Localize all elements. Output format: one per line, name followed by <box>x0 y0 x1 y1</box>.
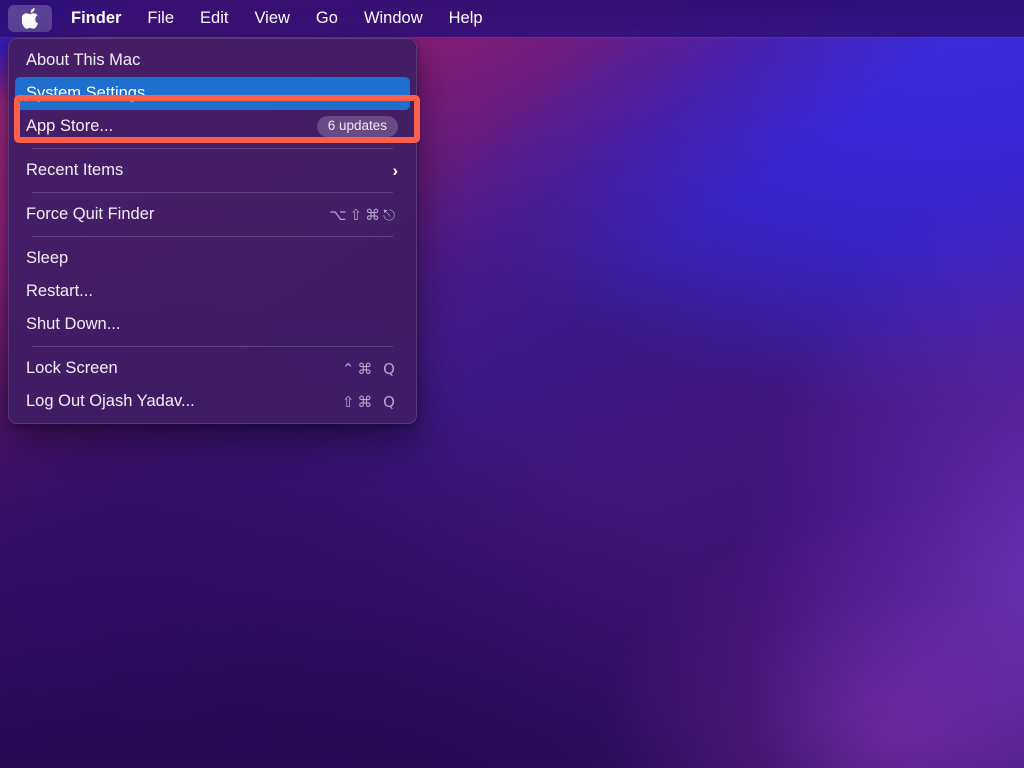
menu-bar-item-edit[interactable]: Edit <box>187 4 241 33</box>
menu-item-restart[interactable]: Restart... <box>15 275 410 308</box>
menu-item-recent-items[interactable]: Recent Items › <box>15 154 410 187</box>
menu-item-label: Lock Screen <box>26 359 118 377</box>
menu-bar: Finder File Edit View Go Window Help <box>0 0 1024 37</box>
keyboard-shortcut: ⌥⇧⌘⎋ <box>329 205 398 224</box>
menu-item-force-quit-finder[interactable]: Force Quit Finder ⌥⇧⌘⎋ <box>15 198 410 231</box>
menu-item-lock-screen[interactable]: Lock Screen ⌃⌘ Q <box>15 352 410 385</box>
menu-item-about-this-mac[interactable]: About This Mac <box>15 44 410 77</box>
apple-logo-icon <box>21 8 39 29</box>
menu-item-label: Shut Down... <box>26 315 121 333</box>
menu-item-label: Recent Items <box>26 161 124 179</box>
menu-separator <box>32 346 393 347</box>
keyboard-shortcut: ⇧⌘ Q <box>341 392 398 411</box>
menu-item-system-settings[interactable]: System Settings... <box>15 77 410 110</box>
menu-item-label: Sleep <box>26 249 69 267</box>
menu-item-sleep[interactable]: Sleep <box>15 242 410 275</box>
menu-bar-item-view[interactable]: View <box>241 4 302 33</box>
menu-item-label: Force Quit Finder <box>26 205 155 223</box>
menu-bar-item-go[interactable]: Go <box>303 4 351 33</box>
menu-separator <box>32 148 393 149</box>
desktop: Finder File Edit View Go Window Help Abo… <box>0 0 1024 768</box>
menu-item-app-store[interactable]: App Store... 6 updates <box>15 110 410 143</box>
menu-item-label: Log Out Ojash Yadav... <box>26 392 195 410</box>
menu-item-shut-down[interactable]: Shut Down... <box>15 308 410 341</box>
chevron-right-icon: › <box>392 161 398 180</box>
menu-bar-item-help[interactable]: Help <box>436 4 496 33</box>
menu-separator <box>32 192 393 193</box>
apple-menu-dropdown: About This Mac System Settings... App St… <box>8 38 417 424</box>
app-store-updates-badge: 6 updates <box>316 116 398 137</box>
menu-item-label: System Settings... <box>26 84 159 102</box>
menu-item-label: App Store... <box>26 117 114 135</box>
menu-bar-item-window[interactable]: Window <box>351 4 436 33</box>
menu-bar-item-file[interactable]: File <box>134 4 187 33</box>
menu-bar-item-finder[interactable]: Finder <box>58 4 134 33</box>
keyboard-shortcut: ⌃⌘ Q <box>341 359 398 378</box>
apple-menu-button[interactable] <box>8 5 52 32</box>
menu-item-label: About This Mac <box>26 51 141 69</box>
menu-separator <box>32 236 393 237</box>
menu-item-label: Restart... <box>26 282 93 300</box>
menu-item-log-out[interactable]: Log Out Ojash Yadav... ⇧⌘ Q <box>15 385 410 418</box>
